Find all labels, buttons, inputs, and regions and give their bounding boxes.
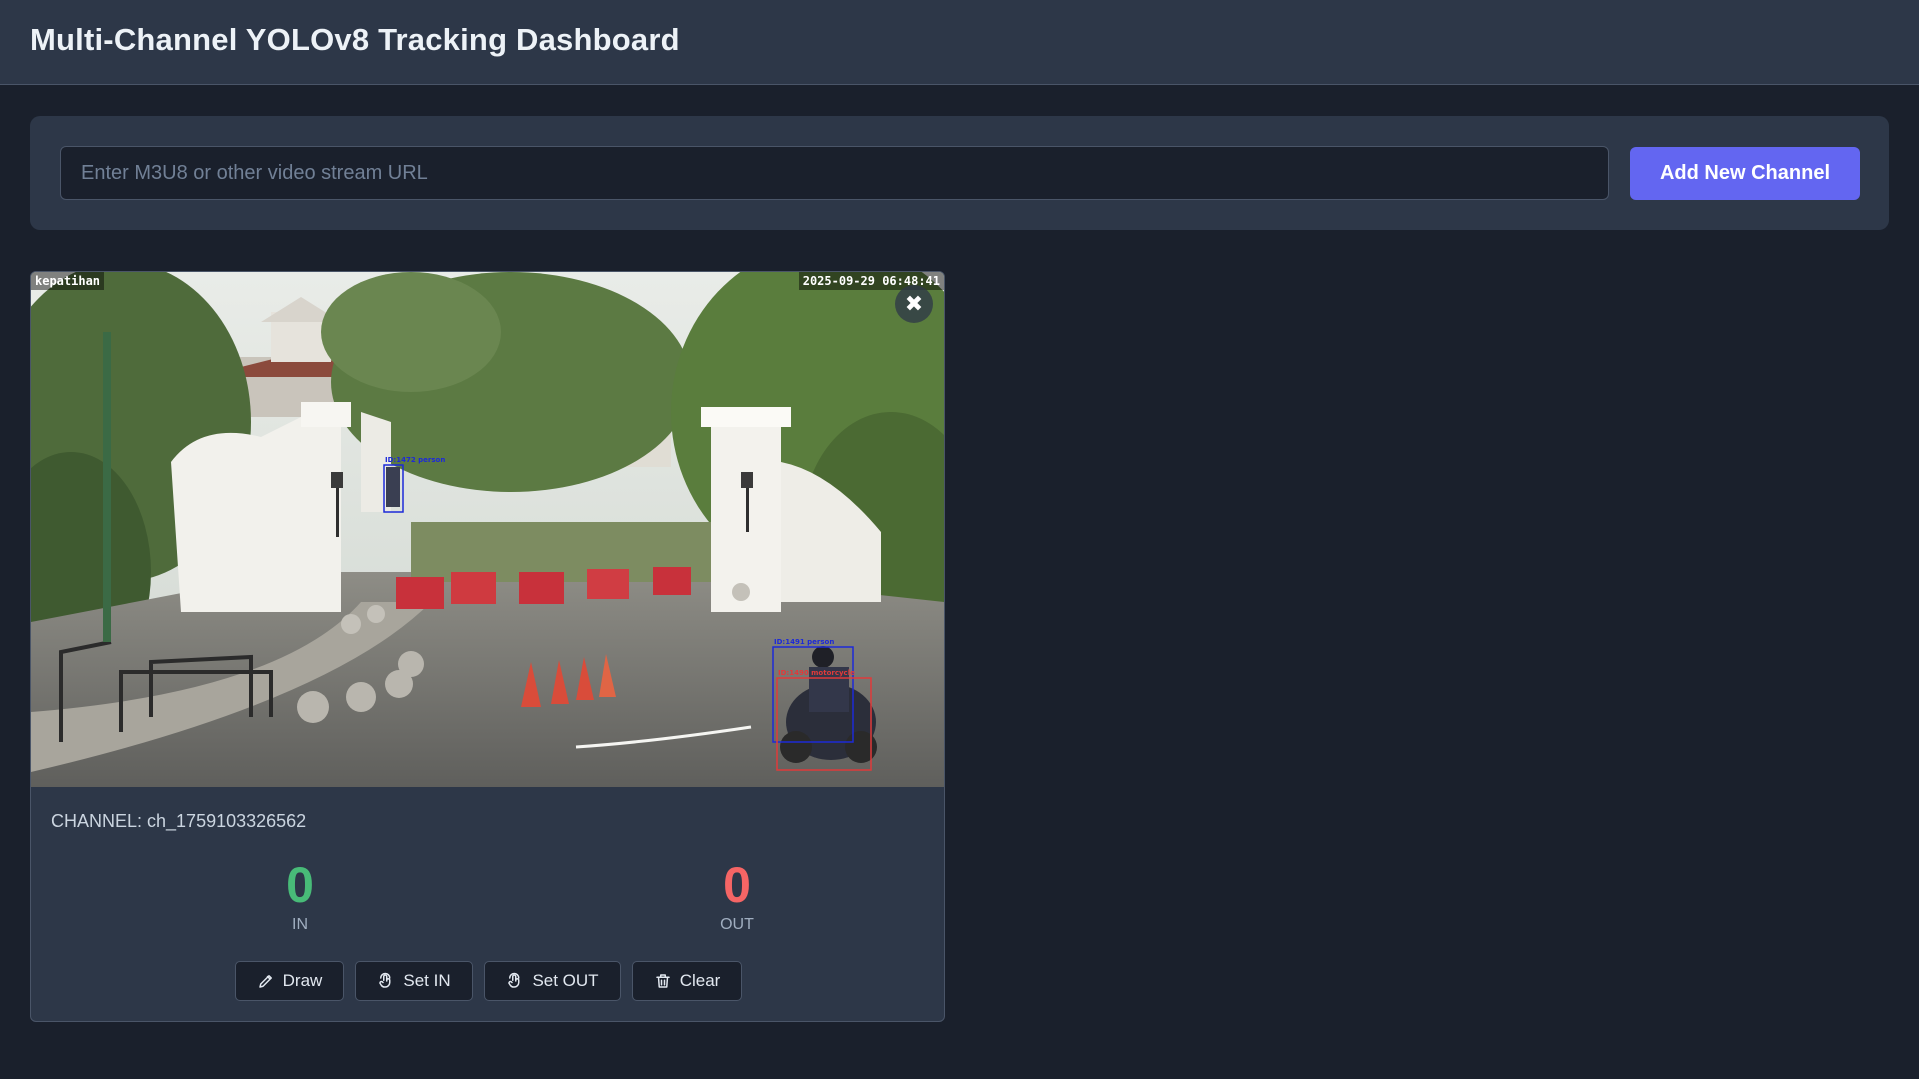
- channel-id-label: CHANNEL: ch_1759103326562: [51, 811, 307, 831]
- detection-label: ID:1490 motorcycle: [778, 669, 855, 677]
- in-counter: 0 IN: [240, 857, 360, 935]
- clear-button[interactable]: Clear: [632, 961, 742, 1001]
- add-channel-panel: Add New Channel: [30, 116, 1889, 230]
- pencil-icon: [258, 975, 272, 988]
- add-channel-button[interactable]: Add New Channel: [1630, 147, 1860, 200]
- page-title: Multi-Channel YOLOv8 Tracking Dashboard: [30, 22, 680, 57]
- close-icon: ✖: [904, 291, 924, 316]
- set-out-button-label: Set OUT: [532, 971, 599, 990]
- in-count-label: IN: [292, 916, 308, 933]
- video-feed: ID:1472 person ID:1491 person ID:1490 mo…: [31, 272, 944, 787]
- touch-point-icon: [379, 972, 391, 988]
- camera-name-overlay: kepatihan: [31, 272, 105, 290]
- out-count-label: OUT: [720, 916, 754, 933]
- remove-channel-button[interactable]: ✖: [895, 285, 933, 323]
- video-frame-image: [31, 272, 944, 787]
- set-in-button[interactable]: Set IN: [355, 961, 473, 1001]
- detection-label: ID:1491 person: [774, 638, 835, 646]
- channel-info: CHANNEL: ch_1759103326562 0 IN 0 OUT Dra…: [31, 787, 944, 1021]
- in-count-value: 0: [286, 857, 314, 913]
- app-header: Multi-Channel YOLOv8 Tracking Dashboard: [0, 0, 1919, 85]
- trash-icon: [655, 974, 670, 988]
- draw-button[interactable]: Draw: [235, 961, 344, 1001]
- clear-button-label: Clear: [679, 971, 721, 990]
- draw-button-label: Draw: [282, 971, 323, 990]
- touch-point-icon: [508, 972, 520, 988]
- stream-url-input[interactable]: [60, 146, 1609, 200]
- out-count-value: 0: [723, 857, 751, 913]
- channel-card: ID:1472 person ID:1491 person ID:1490 mo…: [30, 271, 945, 1022]
- out-counter: 0 OUT: [677, 857, 797, 935]
- set-in-button-label: Set IN: [403, 971, 451, 990]
- detection-label: ID:1472 person: [385, 456, 446, 464]
- set-out-button[interactable]: Set OUT: [484, 961, 621, 1001]
